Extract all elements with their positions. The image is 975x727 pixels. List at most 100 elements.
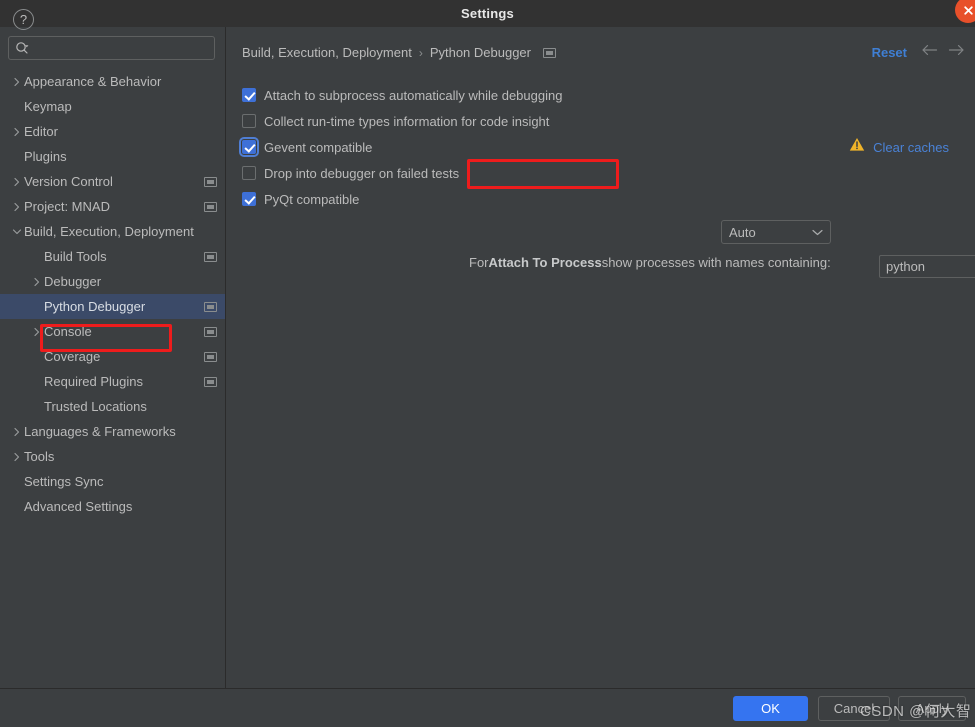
clear-caches-row: Clear caches bbox=[849, 137, 949, 157]
ok-button[interactable]: OK bbox=[733, 696, 808, 721]
dialog-body: Appearance & Behavior Keymap Editor Plugins… bbox=[0, 27, 975, 688]
pyqt-combo-value: Auto bbox=[729, 224, 756, 240]
sidebar-item-label: Plugins bbox=[24, 149, 67, 164]
option-row: PyQt compatible bbox=[242, 186, 960, 212]
pyqt-combo[interactable]: Auto bbox=[721, 220, 831, 244]
settings-tree: Appearance & Behavior Keymap Editor Plugins… bbox=[0, 69, 225, 519]
project-scope-icon bbox=[204, 301, 217, 312]
sidebar-item-label: Python Debugger bbox=[44, 299, 146, 314]
chevron-right-icon[interactable] bbox=[10, 202, 24, 212]
sidebar-item-label: Console bbox=[44, 324, 92, 339]
chevron-right-icon[interactable] bbox=[10, 427, 24, 437]
sidebar-item-debugger[interactable]: Debugger bbox=[0, 269, 225, 294]
option-label[interactable]: Gevent compatible bbox=[264, 140, 372, 155]
project-scope-icon bbox=[204, 376, 217, 387]
search-area bbox=[0, 27, 225, 60]
sidebar-item-label: Coverage bbox=[44, 349, 101, 364]
nav-arrows bbox=[921, 44, 965, 56]
sidebar-item-version-control[interactable]: Version Control bbox=[0, 169, 225, 194]
chevron-right-icon[interactable] bbox=[30, 327, 44, 337]
checkbox-attach-to-subprocess-automatically-while-debugging[interactable] bbox=[242, 88, 256, 102]
option-label[interactable]: Collect run-time types information for c… bbox=[264, 114, 549, 129]
chevron-right-icon[interactable] bbox=[10, 77, 24, 87]
sidebar-item-settings-sync[interactable]: Settings Sync bbox=[0, 469, 225, 494]
sidebar-item-languages-frameworks[interactable]: Languages & Frameworks bbox=[0, 419, 225, 444]
option-label[interactable]: Drop into debugger on failed tests bbox=[264, 166, 459, 181]
sidebar-item-label: Tools bbox=[24, 449, 55, 464]
sidebar-item-console[interactable]: Console bbox=[0, 319, 225, 344]
attach-emphasis: Attach To Process bbox=[488, 255, 602, 270]
warning-triangle-icon bbox=[849, 137, 865, 157]
sidebar-item-label: Editor bbox=[24, 124, 58, 139]
reset-button[interactable]: Reset bbox=[872, 45, 907, 60]
breadcrumb-leaf: Python Debugger bbox=[429, 45, 531, 60]
arrow-forward-icon[interactable] bbox=[948, 44, 965, 56]
attach-prefix: For bbox=[469, 255, 489, 270]
arrow-left-icon[interactable] bbox=[921, 44, 938, 56]
settings-main-panel: Build, Execution, Deployment › Python De… bbox=[227, 27, 975, 688]
option-row: Attach to subprocess automatically while… bbox=[242, 82, 960, 108]
help-question-icon[interactable]: ? bbox=[13, 9, 34, 30]
chevron-right-icon[interactable] bbox=[30, 277, 44, 287]
sidebar-item-label: Version Control bbox=[24, 174, 113, 189]
title-bar: Settings bbox=[0, 0, 975, 27]
sidebar-item-label: Keymap bbox=[24, 99, 72, 114]
cancel-button[interactable]: Cancel bbox=[818, 696, 890, 721]
chevron-right-icon[interactable] bbox=[10, 127, 24, 137]
chevron-right-icon[interactable] bbox=[10, 452, 24, 462]
project-scope-icon bbox=[204, 176, 217, 187]
chevron-right-icon[interactable] bbox=[10, 177, 24, 187]
sidebar-item-editor[interactable]: Editor bbox=[0, 119, 225, 144]
search-input[interactable] bbox=[33, 40, 208, 56]
sidebar-item-label: Project: MNAD bbox=[24, 199, 110, 214]
breadcrumb-root[interactable]: Build, Execution, Deployment bbox=[242, 45, 412, 60]
project-scope-icon bbox=[204, 251, 217, 262]
sidebar-item-build-execution-deployment[interactable]: Build, Execution, Deployment bbox=[0, 219, 225, 244]
option-row: Collect run-time types information for c… bbox=[242, 108, 960, 134]
settings-sidebar: Appearance & Behavior Keymap Editor Plugins… bbox=[0, 27, 226, 688]
chevron-down-icon[interactable] bbox=[10, 227, 24, 237]
window-title: Settings bbox=[461, 6, 514, 21]
search-box[interactable] bbox=[8, 36, 215, 60]
sidebar-item-keymap[interactable]: Keymap bbox=[0, 94, 225, 119]
breadcrumb: Build, Execution, Deployment › Python De… bbox=[242, 45, 556, 60]
sidebar-item-label: Build, Execution, Deployment bbox=[24, 224, 194, 239]
checkbox-collect-run-time-types-information-for-code-insight[interactable] bbox=[242, 114, 256, 128]
sidebar-item-appearance-behavior[interactable]: Appearance & Behavior bbox=[0, 69, 225, 94]
sidebar-item-trusted-locations[interactable]: Trusted Locations bbox=[0, 394, 225, 419]
sidebar-item-required-plugins[interactable]: Required Plugins bbox=[0, 369, 225, 394]
checkbox-drop-into-debugger-on-failed-tests[interactable] bbox=[242, 166, 256, 180]
attach-filter-input[interactable] bbox=[879, 255, 975, 278]
option-row: Drop into debugger on failed tests bbox=[242, 160, 960, 186]
sidebar-item-label: Required Plugins bbox=[44, 374, 144, 389]
checkbox-gevent-compatible[interactable] bbox=[239, 137, 259, 157]
breadcrumb-separator: › bbox=[418, 45, 423, 60]
search-icon bbox=[15, 41, 29, 55]
apply-button[interactable]: Apply bbox=[898, 696, 966, 721]
project-scope-icon bbox=[204, 351, 217, 362]
project-scope-icon bbox=[204, 201, 217, 212]
sidebar-item-label: Settings Sync bbox=[24, 474, 104, 489]
project-scope-icon bbox=[543, 47, 556, 58]
clear-caches-button[interactable]: Clear caches bbox=[873, 140, 949, 155]
sidebar-item-label: Trusted Locations bbox=[44, 399, 147, 414]
sidebar-item-label: Appearance & Behavior bbox=[24, 74, 162, 89]
close-circle-icon[interactable] bbox=[955, 0, 975, 23]
settings-dialog: Settings Appearance & Behavior Keymap Ed… bbox=[0, 0, 975, 727]
sidebar-item-build-tools[interactable]: Build Tools bbox=[0, 244, 225, 269]
sidebar-item-label: Debugger bbox=[44, 274, 102, 289]
project-scope-icon bbox=[204, 326, 217, 337]
sidebar-item-advanced-settings[interactable]: Advanced Settings bbox=[0, 494, 225, 519]
checkbox-pyqt-compatible[interactable] bbox=[242, 192, 256, 206]
sidebar-item-label: Advanced Settings bbox=[24, 499, 133, 514]
close-x-glyph bbox=[963, 5, 973, 15]
attach-suffix: show processes with names containing: bbox=[601, 255, 831, 270]
sidebar-item-label: Build Tools bbox=[44, 249, 107, 264]
sidebar-item-project-mnad[interactable]: Project: MNAD bbox=[0, 194, 225, 219]
option-label[interactable]: PyQt compatible bbox=[264, 192, 359, 207]
sidebar-item-tools[interactable]: Tools bbox=[0, 444, 225, 469]
sidebar-item-coverage[interactable]: Coverage bbox=[0, 344, 225, 369]
sidebar-item-python-debugger[interactable]: Python Debugger bbox=[0, 294, 225, 319]
option-label[interactable]: Attach to subprocess automatically while… bbox=[264, 88, 562, 103]
sidebar-item-plugins[interactable]: Plugins bbox=[0, 144, 225, 169]
